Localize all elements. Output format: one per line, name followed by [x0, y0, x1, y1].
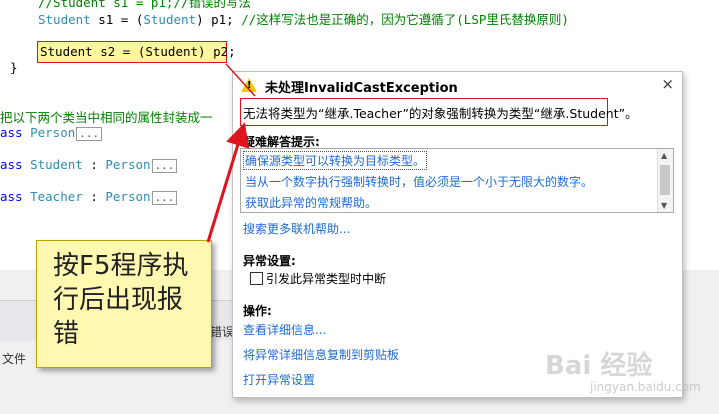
copy-details-link[interactable]: 将异常详细信息复制到剪贴板 [243, 346, 399, 363]
class-student-line: ass Student : Person... [0, 157, 178, 173]
code-token: ) p1; [196, 12, 242, 27]
tip-item[interactable]: 获取此异常的常规帮助。 [245, 194, 377, 211]
class-person-line: ass Person... [0, 125, 103, 141]
code-line-comment: //Student s1 = p1;//错误的写法 [38, 0, 252, 10]
scroll-up-icon[interactable]: ▲ [661, 151, 667, 160]
collapsed-region[interactable]: ... [151, 159, 178, 173]
closing-brace: } [10, 60, 18, 75]
collapsed-region[interactable]: ... [76, 127, 103, 141]
exception-message: 无法将类型为“继承.Teacher”的对象强制转换为类型“继承.Student”… [243, 106, 638, 121]
class-name: Teacher [30, 189, 83, 204]
inherit-sep: : [82, 189, 106, 204]
tab-errors[interactable]: 错误 [210, 323, 234, 340]
tips-scrollbar[interactable]: ▲ ▼ [657, 149, 673, 212]
code-line-cast-ok: Student s1 = (Student) p1; //这样写法也是正确的，因… [38, 12, 569, 28]
exception-settings-label: 异常设置: [243, 254, 296, 268]
inherit-sep: : [82, 157, 106, 172]
base-class: Person [105, 189, 151, 204]
code-line-error[interactable]: Student s2 = (Student) p2; [40, 44, 236, 60]
annotation-callout: 按F5程序执行后出现报错 [36, 240, 212, 368]
class-keyword: ass [0, 125, 23, 140]
code-comment: //这样写法也是正确的，因为它遵循了(LSP里氏替换原则) [241, 12, 569, 27]
class-name: Student [30, 157, 83, 172]
class-keyword: ass [0, 157, 23, 172]
watermark-logo: Bai 经验 [545, 351, 653, 381]
code-token: s1 = ( [90, 12, 144, 27]
class-name: Person [30, 125, 76, 140]
actions-label: 操作: [243, 304, 272, 318]
class-teacher-line: ass Teacher : Person... [0, 189, 178, 205]
scroll-down-icon[interactable]: ▼ [661, 201, 667, 210]
search-online-help-link[interactable]: 搜索更多联机帮助... [243, 220, 350, 237]
break-on-exception-label: 引发此异常类型时中断 [266, 272, 387, 286]
tip-item[interactable]: 确保源类型可以转换为目标类型。 [243, 151, 428, 170]
scroll-thumb[interactable] [660, 165, 670, 195]
watermark-url: jingyan.baidu.com [590, 380, 701, 394]
base-class: Person [105, 157, 151, 172]
class-keyword: ass [0, 189, 23, 204]
collapsed-region[interactable]: ... [151, 191, 178, 205]
close-icon[interactable]: × [661, 75, 674, 93]
popup-titlebar: ! 未处理InvalidCastException × [233, 72, 682, 98]
troubleshooting-tips-list[interactable]: 确保源类型可以转换为目标类型。 当从一个数字执行强制转换时，值必须是一个小于无限… [240, 148, 674, 213]
type-token: Student [143, 12, 197, 27]
break-on-exception-checkbox[interactable] [250, 272, 263, 285]
callout-text: 按F5程序执行后出现报错 [53, 251, 189, 349]
code-comment-line: 把以下两个类当中相同的属性封装成一 [0, 110, 213, 125]
open-exception-settings-link[interactable]: 打开异常设置 [243, 371, 315, 388]
type-token: Student [38, 12, 91, 27]
view-details-link[interactable]: 查看详细信息... [243, 321, 326, 338]
warning-icon-mark: ! [247, 80, 252, 91]
popup-title: 未处理InvalidCastException [265, 81, 458, 96]
tab-file[interactable]: 文件 [2, 350, 26, 367]
tip-item[interactable]: 当从一个数字执行强制转换时，值必须是一个小于无限大的数字。 [245, 173, 593, 190]
